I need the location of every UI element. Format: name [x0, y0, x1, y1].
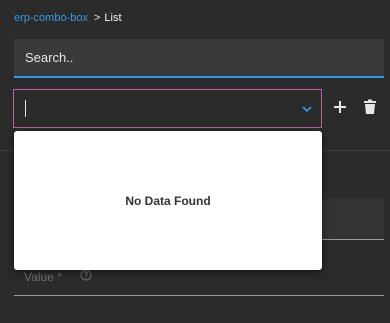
search-field	[14, 39, 384, 78]
plus-icon[interactable]	[332, 99, 348, 115]
value-field-underline[interactable]	[14, 295, 384, 296]
breadcrumb-current: List	[104, 12, 122, 24]
breadcrumb-separator: >	[93, 12, 101, 24]
trash-icon[interactable]	[362, 99, 378, 115]
search-input[interactable]	[25, 50, 365, 66]
breadcrumb-link-erp-combo-box[interactable]: erp-combo-box	[14, 12, 88, 24]
breadcrumb: erp-combo-box > List	[14, 11, 122, 25]
combo-dropdown-panel: No Data Found	[14, 131, 322, 270]
combo-box[interactable]	[13, 89, 322, 128]
chevron-down-icon[interactable]	[301, 104, 313, 114]
text-cursor	[25, 100, 26, 117]
no-data-message: No Data Found	[125, 194, 211, 208]
value-field-label: Value *	[24, 270, 62, 284]
question-circle-icon[interactable]	[80, 269, 92, 281]
